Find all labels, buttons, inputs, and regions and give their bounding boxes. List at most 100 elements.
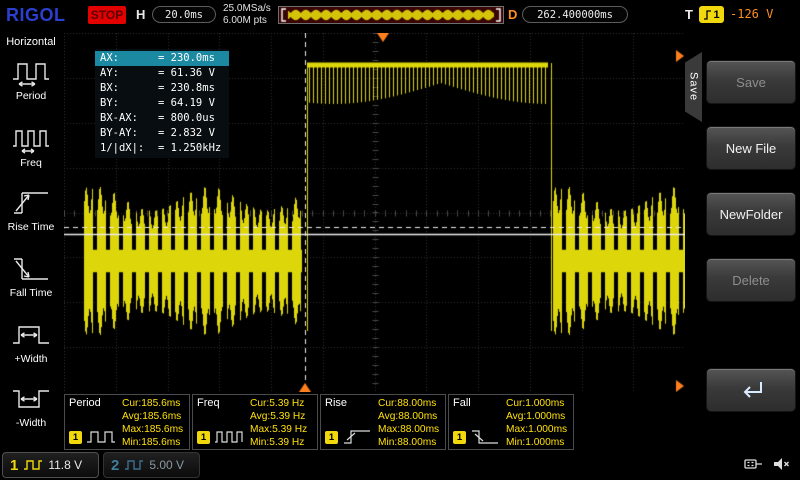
- memory-depth-value: 6.00M pts: [223, 15, 271, 27]
- measurement-cur: Cur:185.6ms: [122, 397, 183, 410]
- channel2-number: 2: [111, 457, 119, 474]
- sidebar-item-label: Freq: [0, 157, 62, 169]
- pos-width-icon: [10, 318, 52, 352]
- horizontal-system-label: H: [136, 7, 145, 22]
- channel-badge: 1: [197, 431, 210, 444]
- fall-time-icon: [10, 252, 52, 286]
- measurement-name: Fall: [453, 397, 471, 409]
- measurement-avg: Avg:5.39 Hz: [250, 410, 307, 423]
- measurement-max: Max:185.6ms: [122, 423, 183, 436]
- channel2-scale: 5.00 V: [149, 458, 184, 472]
- soft-menu: Save Save New File NewFolder Delete: [685, 30, 800, 450]
- delete-button[interactable]: Delete: [706, 258, 796, 302]
- measurement-max: Max:1.000ms: [506, 423, 567, 436]
- measurement-bar: Period 1 Cur:185.6ms Avg:185.6ms Max:185…: [64, 394, 574, 450]
- memory-position-bar: [278, 6, 504, 24]
- back-button[interactable]: [706, 368, 796, 412]
- cursor-label: BY:: [100, 96, 158, 111]
- cursor-row-ay: AY: = 61.36 V: [95, 66, 229, 81]
- sidebar-item-fall-time[interactable]: Fall Time: [0, 252, 62, 299]
- measurement-max: Max:88.00ms: [378, 423, 439, 436]
- measurement-panel-freq: Freq 1 Cur:5.39 Hz Avg:5.39 Hz Max:5.39 …: [192, 394, 318, 450]
- cursor-row-inv-dx: 1/|dX|: = 1.250kHz: [95, 141, 229, 156]
- delay-readout: 262.400000ms: [522, 6, 628, 23]
- sidebar-item-freq[interactable]: Freq: [0, 122, 62, 169]
- cursor-label: BX:: [100, 81, 158, 96]
- measurement-name: Period: [69, 397, 101, 409]
- scope-display-area: AX: = 230.0ms AY: = 61.36 V BX: = 230.8m…: [64, 33, 685, 392]
- cursor-row-ax: AX: = 230.0ms: [95, 51, 229, 66]
- rise-time-icon: [10, 186, 52, 220]
- cursor-value: = 230.8ms: [158, 81, 215, 96]
- cursor-value: = 64.19 V: [158, 96, 215, 111]
- cursor-readout-panel: AX: = 230.0ms AY: = 61.36 V BX: = 230.8m…: [95, 49, 229, 158]
- bottom-bar: 1 11.8 V 2 5.00 V: [0, 450, 800, 480]
- measurement-values: Cur:1.000ms Avg:1.000ms Max:1.000ms Min:…: [506, 397, 567, 449]
- run-state-badge: STOP: [88, 6, 126, 24]
- sidebar-item-label: +Width: [0, 353, 62, 365]
- cursor-row-bx: BX: = 230.8ms: [95, 81, 229, 96]
- fall-glyph-icon: [470, 428, 500, 446]
- trigger-channel-number: 1: [713, 9, 719, 21]
- channel2-waveform-icon: [124, 459, 144, 471]
- neg-width-icon: [10, 382, 52, 416]
- freq-glyph-icon: [214, 428, 244, 446]
- measurement-cur: Cur:1.000ms: [506, 397, 567, 410]
- delay-label: D: [508, 7, 517, 22]
- return-arrow-icon: [734, 378, 768, 402]
- trigger-source-badge: 1: [699, 6, 724, 23]
- cursor-value: = 1.250kHz: [158, 141, 221, 156]
- rise-glyph-icon: [342, 428, 372, 446]
- measurement-avg: Avg:1.000ms: [506, 410, 567, 423]
- cursor-row-by: BY: = 64.19 V: [95, 96, 229, 111]
- measure-sidebar: Horizontal Period Freq Rise Time: [0, 30, 62, 450]
- sidebar-item-pos-width[interactable]: +Width: [0, 318, 62, 365]
- new-folder-button[interactable]: NewFolder: [706, 192, 796, 236]
- measurement-values: Cur:5.39 Hz Avg:5.39 Hz Max:5.39 Hz Min:…: [250, 397, 307, 449]
- sidebar-item-neg-width[interactable]: -Width: [0, 382, 62, 429]
- measurement-min: Min:5.39 Hz: [250, 436, 307, 449]
- sidebar-item-rise-time[interactable]: Rise Time: [0, 186, 62, 233]
- measurement-name: Rise: [325, 397, 347, 409]
- acquisition-info: 25.0MSa/s 6.00M pts: [223, 3, 271, 27]
- sidebar-item-period[interactable]: Period: [0, 55, 62, 102]
- new-file-button[interactable]: New File: [706, 126, 796, 170]
- measurement-name: Freq: [197, 397, 220, 409]
- channel-badge: 1: [69, 431, 82, 444]
- usb-icon: [744, 455, 764, 473]
- sample-rate-value: 25.0MSa/s: [223, 3, 271, 15]
- top-bar: RIGOL STOP H 20.0ms 25.0MSa/s 6.00M pts …: [0, 0, 800, 30]
- measurement-panel-fall: Fall 1 Cur:1.000ms Avg:1.000ms Max:1.000…: [448, 394, 574, 450]
- cursor-value: = 230.0ms: [158, 51, 215, 66]
- save-button[interactable]: Save: [706, 60, 796, 104]
- measurement-cur: Cur:5.39 Hz: [250, 397, 307, 410]
- period-icon: [10, 55, 52, 89]
- sidebar-item-label: Period: [0, 90, 62, 102]
- cursor-value: = 2.832 V: [158, 126, 215, 141]
- menu-tab: Save: [685, 52, 702, 122]
- measurement-avg: Avg:185.6ms: [122, 410, 183, 423]
- channel2-status[interactable]: 2 5.00 V: [103, 452, 200, 478]
- measurement-cur: Cur:88.00ms: [378, 397, 439, 410]
- menu-tab-label: Save: [688, 72, 700, 101]
- freq-icon: [10, 122, 52, 156]
- cursor-label: AX:: [100, 51, 158, 66]
- measurement-max: Max:5.39 Hz: [250, 423, 307, 436]
- measurement-min: Min:88.00ms: [378, 436, 439, 449]
- cursor-row-by-ay: BY-AY: = 2.832 V: [95, 126, 229, 141]
- trigger-slope-icon: [703, 9, 712, 21]
- channel1-status[interactable]: 1 11.8 V: [2, 452, 99, 478]
- cursor-value: = 800.0us: [158, 111, 215, 126]
- memory-waveform-thumbnail: [280, 7, 502, 23]
- measurement-min: Min:1.000ms: [506, 436, 567, 449]
- channel1-waveform-icon: [23, 459, 43, 471]
- trigger-label: T: [685, 7, 693, 22]
- cursor-row-bx-ax: BX-AX: = 800.0us: [95, 111, 229, 126]
- sidebar-item-label: Rise Time: [0, 221, 62, 233]
- sidebar-item-label: -Width: [0, 417, 62, 429]
- cursor-label: 1/|dX|:: [100, 141, 158, 156]
- speaker-icon: [772, 455, 792, 473]
- trigger-level-readout: -126 V: [730, 7, 773, 21]
- timebase-readout: 20.0ms: [152, 6, 216, 23]
- measurement-panel-period: Period 1 Cur:185.6ms Avg:185.6ms Max:185…: [64, 394, 190, 450]
